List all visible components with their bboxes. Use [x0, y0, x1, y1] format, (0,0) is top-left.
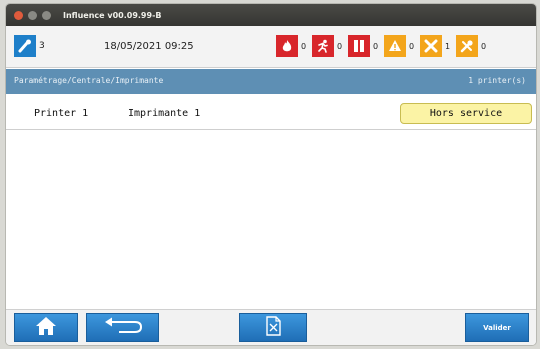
app-window: Influence v00.09.99-B 3 18/05/2021 09:25… [6, 4, 536, 345]
counter-door[interactable]: 0 [348, 35, 379, 57]
status-badge[interactable]: Hors service [400, 103, 532, 124]
door-icon [348, 35, 370, 57]
user-key-icon [14, 35, 36, 57]
window-close-button[interactable] [14, 10, 23, 20]
window-title: Influence v00.09.99-B [63, 10, 162, 20]
breadcrumb-path: Paramétrage/Centrale/Imprimante [14, 76, 164, 85]
maintenance-icon [456, 35, 478, 57]
clear-page-icon [263, 315, 283, 341]
printer-name: Printer 1 [34, 108, 89, 119]
bottom-toolbar: Valider [6, 309, 536, 345]
window-minimize-button[interactable] [28, 10, 37, 20]
status-bar: 3 18/05/2021 09:25 0 0 0 0 1 0 [6, 26, 536, 68]
warning-icon [384, 35, 406, 57]
fault-count: 1 [445, 41, 451, 51]
back-arrow-icon [101, 316, 145, 340]
maintenance-count: 0 [481, 41, 487, 51]
window-maximize-button[interactable] [42, 10, 51, 20]
evacuation-icon [312, 35, 334, 57]
fault-icon [420, 35, 442, 57]
warning-count: 0 [409, 41, 415, 51]
home-icon [35, 316, 57, 340]
printer-count: 1 printer(s) [468, 76, 526, 85]
list-item[interactable]: Printer 1 Imprimante 1 Hors service [6, 97, 536, 130]
fire-count: 0 [301, 41, 307, 51]
fire-alarm-icon [276, 35, 298, 57]
back-button[interactable] [86, 313, 159, 342]
date-time: 18/05/2021 09:25 [104, 41, 194, 52]
counter-fire[interactable]: 0 [276, 35, 307, 57]
user-count: 3 [39, 41, 45, 51]
counter-fault[interactable]: 1 [420, 35, 451, 57]
alarm-counters: 0 0 0 0 1 0 [276, 35, 492, 57]
evacuation-count: 0 [337, 41, 343, 51]
clear-button[interactable] [239, 313, 307, 342]
breadcrumb: Paramétrage/Centrale/Imprimante 1 printe… [6, 69, 536, 94]
user-indicator[interactable]: 3 [14, 35, 45, 57]
valider-button[interactable]: Valider [465, 313, 529, 342]
list-empty-area [6, 131, 536, 309]
counter-maintenance[interactable]: 0 [456, 35, 487, 57]
door-count: 0 [373, 41, 379, 51]
home-button[interactable] [14, 313, 78, 342]
title-bar: Influence v00.09.99-B [6, 4, 536, 26]
counter-evacuation[interactable]: 0 [312, 35, 343, 57]
printer-label: Imprimante 1 [128, 108, 201, 119]
counter-warning[interactable]: 0 [384, 35, 415, 57]
